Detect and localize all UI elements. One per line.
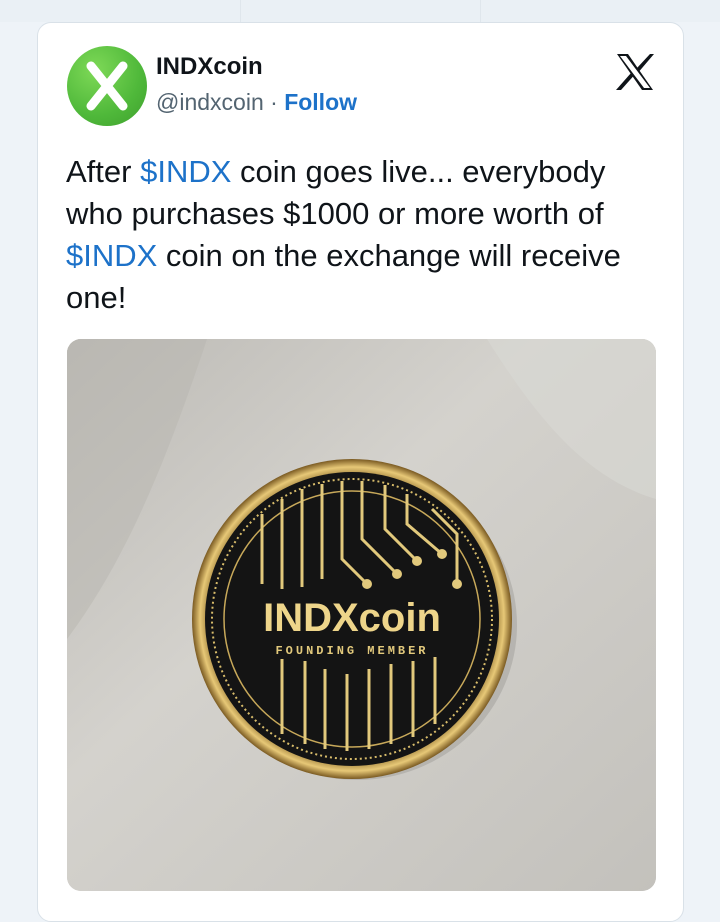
cashtag-link[interactable]: $INDX xyxy=(66,238,157,273)
divider xyxy=(240,0,241,22)
author-handle-row: @indxcoin · Follow xyxy=(156,89,357,116)
tweet-media-photo[interactable]: INDXcoin FOUNDING MEMBER xyxy=(67,339,656,891)
tweet-text: After $INDX coin goes live... everybody … xyxy=(66,151,656,319)
coin-photo: INDXcoin FOUNDING MEMBER xyxy=(67,339,656,891)
avatar[interactable] xyxy=(67,46,147,126)
page-background-strip xyxy=(0,0,720,22)
separator-dot: · xyxy=(270,89,278,115)
tweet-card[interactable]: INDXcoin @indxcoin · Follow After $INDX … xyxy=(37,22,684,922)
coin-subtitle: FOUNDING MEMBER xyxy=(275,644,428,658)
divider xyxy=(480,0,481,22)
x-letter-icon xyxy=(86,61,128,111)
x-logo-icon[interactable] xyxy=(613,50,657,94)
author-handle[interactable]: @indxcoin xyxy=(156,89,264,115)
follow-button[interactable]: Follow xyxy=(284,89,357,115)
tweet-text-segment: After xyxy=(66,154,141,189)
coin-title: INDXcoin xyxy=(263,596,441,640)
author-display-name[interactable]: INDXcoin xyxy=(156,53,263,81)
cashtag-link[interactable]: $INDX xyxy=(140,154,231,189)
